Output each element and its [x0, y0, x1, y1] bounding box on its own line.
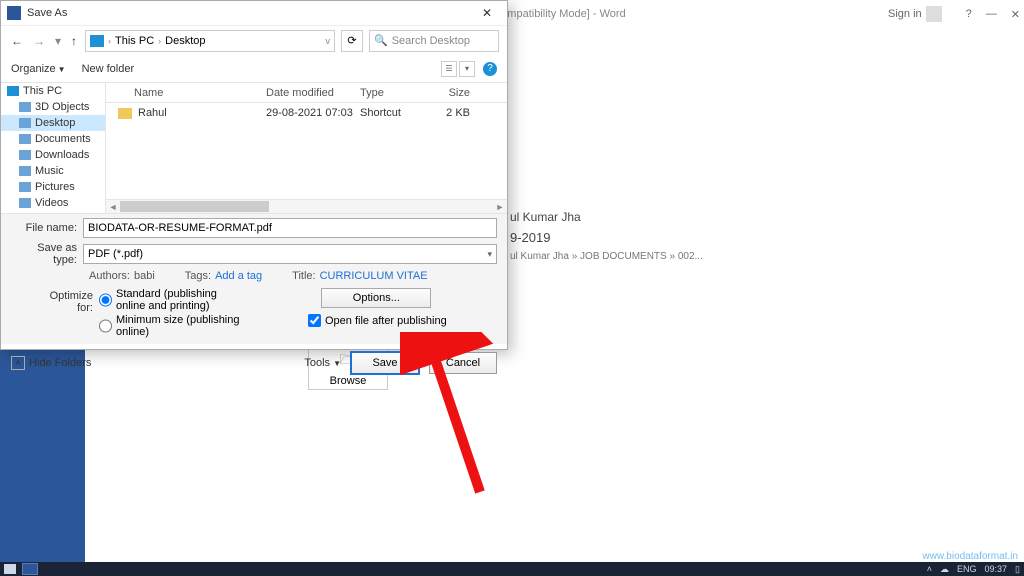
tray-cloud-icon[interactable]: ☁ [940, 564, 949, 575]
tags-value[interactable]: Add a tag [215, 270, 262, 282]
tools-menu[interactable]: Tools ▼ [304, 357, 341, 369]
tree-item-3dobjects[interactable]: 3D Objects [1, 99, 105, 115]
start-icon[interactable] [4, 564, 16, 574]
save-button[interactable]: Save [351, 352, 419, 374]
dialog-title: Save As [27, 7, 67, 19]
forward-icon[interactable]: → [31, 34, 47, 48]
savetype-combo[interactable]: PDF (*.pdf)▾ [83, 244, 497, 264]
view-dropdown-icon[interactable]: ▾ [459, 61, 475, 77]
tree-item-videos[interactable]: Videos [1, 195, 105, 211]
taskbar[interactable]: ˄ ☁ ENG 09:37 ▯ [0, 562, 1024, 576]
open-after-checkbox[interactable]: Open file after publishing [308, 314, 447, 327]
new-folder-button[interactable]: New folder [82, 63, 135, 75]
tray-lang[interactable]: ENG [957, 564, 977, 574]
close-icon[interactable]: ✕ [1011, 8, 1020, 21]
search-icon: 🔍 [374, 34, 388, 47]
recent-locations-icon[interactable]: ▾ [53, 34, 63, 48]
title-value[interactable]: CURRICULUM VITAE [320, 270, 428, 282]
signin-link[interactable]: Sign in [888, 6, 942, 22]
refresh-icon[interactable]: ⟳ [341, 30, 363, 52]
optimize-min-radio[interactable]: Minimum size (publishing online) [99, 314, 246, 338]
optimize-label: Optimize for: [35, 288, 99, 338]
tray-up-icon[interactable]: ˄ [927, 564, 932, 574]
authors-value[interactable]: babi [134, 270, 155, 282]
tree-item-music[interactable]: Music [1, 163, 105, 179]
avatar-icon [926, 6, 942, 22]
tree-root-thispc[interactable]: This PC [1, 83, 105, 99]
filename-label: File name: [11, 222, 83, 234]
tree-item-desktop[interactable]: Desktop [1, 115, 105, 131]
help-icon[interactable]: ? [966, 8, 972, 21]
optimize-standard-radio[interactable]: Standard (publishing online and printing… [99, 288, 246, 312]
tree-item-localdisk[interactable]: Local Disk (C:) [1, 211, 105, 213]
address-bar[interactable]: › This PC › Desktop v [85, 30, 335, 52]
tree-item-downloads[interactable]: Downloads [1, 147, 105, 163]
chevron-down-icon: ˄ [11, 356, 25, 370]
folder-icon [118, 108, 132, 119]
horizontal-scrollbar[interactable]: ◄► [106, 199, 507, 213]
options-button[interactable]: Options... [321, 288, 431, 308]
watermark: www.biodataformat.in [922, 551, 1018, 562]
tree-item-pictures[interactable]: Pictures [1, 179, 105, 195]
cancel-button[interactable]: Cancel [429, 352, 497, 374]
up-icon[interactable]: ↑ [69, 34, 79, 48]
file-list-header[interactable]: Name Date modified Type Size [106, 83, 507, 103]
minimize-icon[interactable]: — [986, 8, 997, 21]
pc-icon [90, 35, 104, 47]
taskbar-word-icon[interactable] [22, 563, 38, 575]
savetype-label: Save as type: [11, 242, 83, 266]
nav-tree[interactable]: This PC 3D Objects Desktop Documents Dow… [1, 83, 106, 213]
view-layout-icon[interactable]: ☰ [441, 61, 457, 77]
save-as-dialog: Save As ✕ ← → ▾ ↑ › This PC › Desktop v … [0, 0, 508, 350]
search-input[interactable]: 🔍 Search Desktop [369, 30, 499, 52]
tray-time: 09:37 [985, 564, 1008, 574]
word-icon [7, 6, 21, 20]
back-icon[interactable]: ← [9, 34, 25, 48]
hide-folders-toggle[interactable]: ˄Hide Folders [11, 356, 91, 370]
close-icon[interactable]: ✕ [473, 3, 501, 23]
filename-input[interactable] [83, 218, 497, 238]
tree-item-documents[interactable]: Documents [1, 131, 105, 147]
help-icon[interactable]: ? [483, 62, 497, 76]
tray-notifications-icon[interactable]: ▯ [1015, 564, 1020, 575]
list-item[interactable]: Rahul 29-08-2021 07:03 Shortcut 2 KB [106, 103, 507, 123]
organize-menu[interactable]: Organize▼ [11, 63, 66, 75]
